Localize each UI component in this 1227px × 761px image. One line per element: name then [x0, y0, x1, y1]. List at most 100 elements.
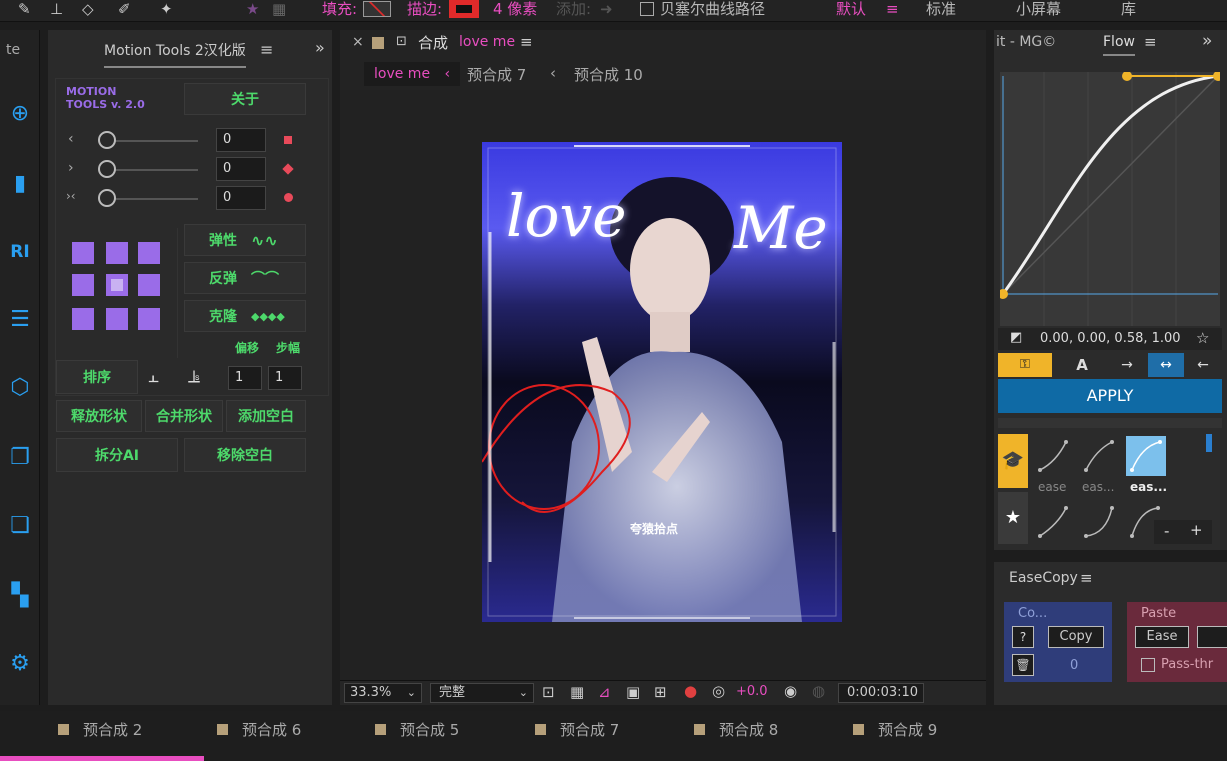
- add-circle-icon[interactable]: ⊕: [6, 100, 34, 128]
- tab-precomp-2[interactable]: 预合成 2: [58, 719, 142, 740]
- slider-knob-both[interactable]: [98, 189, 116, 207]
- stroke-width[interactable]: 4 像素: [493, 0, 537, 18]
- about-button[interactable]: 关于: [184, 83, 306, 115]
- panel-expand-icon[interactable]: »: [315, 38, 325, 57]
- panel-title[interactable]: Motion Tools 2汉化版: [104, 40, 246, 68]
- stairs-up-icon[interactable]: ⫡: [188, 366, 200, 387]
- star-shape-icon[interactable]: ★: [246, 0, 259, 18]
- panel-menu-icon[interactable]: ≡: [260, 40, 273, 59]
- favorites-star-icon[interactable]: ★: [998, 492, 1028, 544]
- exposure-value[interactable]: +0.0: [736, 684, 768, 699]
- tab-precomp-6[interactable]: 预合成 6: [217, 719, 301, 740]
- offset-label[interactable]: 偏移: [235, 339, 259, 356]
- close-tab-icon[interactable]: ×: [352, 34, 364, 50]
- curve-values[interactable]: 0.00, 0.00, 0.58, 1.00: [1040, 331, 1181, 346]
- tab-precomp-5[interactable]: 预合成 5: [375, 719, 459, 740]
- resolution-select[interactable]: 完整 ⌄: [430, 683, 534, 703]
- add-preset-button[interactable]: +: [1190, 521, 1203, 539]
- rename-icon[interactable]: RI: [6, 238, 34, 266]
- workspace-small-screen[interactable]: 小屏幕: [1016, 0, 1061, 18]
- flow-title[interactable]: Flow: [1103, 34, 1135, 56]
- preset-curve-icon[interactable]: [1082, 438, 1116, 474]
- help-button[interactable]: ?: [1012, 626, 1034, 648]
- comp-name[interactable]: love me: [459, 34, 515, 50]
- value-in[interactable]: 0: [216, 128, 266, 152]
- slider-track-both[interactable]: [106, 198, 198, 200]
- guides-icon[interactable]: ⊞: [654, 683, 667, 701]
- circle-key-icon[interactable]: [284, 193, 293, 202]
- roto-brush-icon[interactable]: ✐: [118, 0, 131, 18]
- flow-menu-icon[interactable]: ≡: [1144, 33, 1157, 51]
- key-toggle-icon[interactable]: ⚿: [998, 353, 1052, 377]
- release-shape-button[interactable]: 释放形状: [56, 400, 142, 432]
- anchor-top-right[interactable]: [138, 242, 160, 264]
- breadcrumb-active[interactable]: love me ‹: [364, 62, 461, 86]
- gear-icon[interactable]: ⚙: [6, 650, 34, 678]
- lock-icon[interactable]: ⊡: [396, 34, 407, 49]
- fast-preview-icon[interactable]: ⊡: [542, 683, 555, 701]
- ease-out-arrow-icon[interactable]: →: [1110, 353, 1144, 377]
- fill-swatch[interactable]: [363, 1, 391, 17]
- easecopy-menu-icon[interactable]: ≡: [1080, 569, 1093, 587]
- copy-button[interactable]: Copy: [1048, 626, 1104, 648]
- split-ai-button[interactable]: 拆分AI: [56, 438, 178, 472]
- slider-knob-out[interactable]: [98, 160, 116, 178]
- preset-ease-3[interactable]: eas...: [1130, 480, 1167, 494]
- tab-precomp-7[interactable]: 预合成 7: [535, 719, 619, 740]
- mask-path-icon[interactable]: ⊿: [598, 683, 611, 701]
- anchor-center[interactable]: [106, 274, 128, 296]
- slider-knob-in[interactable]: [98, 131, 116, 149]
- region-of-interest-icon[interactable]: ▣: [626, 683, 640, 701]
- trash-icon[interactable]: 🗑: [1012, 654, 1034, 676]
- sort-button[interactable]: 排序: [56, 360, 138, 394]
- value-out[interactable]: 0: [216, 157, 266, 181]
- channels-icon[interactable]: ●: [684, 682, 697, 700]
- preset-curve-icon[interactable]: [1036, 504, 1070, 540]
- clone-button[interactable]: 克隆 ◆◆◆◆: [184, 300, 306, 332]
- elastic-button[interactable]: 弹性 ∿∿: [184, 224, 306, 256]
- workspace-standard[interactable]: 标准: [926, 0, 956, 18]
- cube-icon[interactable]: ⬡: [6, 374, 34, 402]
- lines-icon[interactable]: ☰: [6, 306, 34, 334]
- tab-precomp-8[interactable]: 预合成 8: [694, 719, 778, 740]
- graduation-cap-icon[interactable]: 🎓: [998, 434, 1028, 488]
- value-both[interactable]: 0: [216, 186, 266, 210]
- sort-count-1[interactable]: 1: [228, 366, 262, 390]
- ease-both-arrow-icon[interactable]: ↔: [1148, 353, 1184, 377]
- curve-icon[interactable]: ◩: [1010, 330, 1022, 345]
- duplicate-icon[interactable]: ❏: [6, 512, 34, 540]
- preset-ease-1[interactable]: ease: [1038, 480, 1066, 494]
- precompose-icon[interactable]: ❐: [6, 444, 34, 472]
- anchor-bottom-center[interactable]: [106, 308, 128, 330]
- trash-icon[interactable]: ▮: [6, 170, 34, 198]
- curve-editor[interactable]: [998, 71, 1223, 326]
- bounce-button[interactable]: 反弹 ⌒⌒: [184, 262, 306, 294]
- ease-in-arrow-icon[interactable]: ←: [1186, 353, 1220, 377]
- anchor-bottom-right[interactable]: [138, 308, 160, 330]
- favorite-star-icon[interactable]: ☆: [1196, 329, 1209, 347]
- flow-left-tab[interactable]: it - MG©: [996, 34, 1056, 50]
- add-dropdown-icon[interactable]: ➜: [600, 0, 613, 18]
- show-snapshot-icon[interactable]: ◍: [812, 682, 825, 700]
- comp-menu-icon[interactable]: ≡: [520, 33, 533, 51]
- workspace-default[interactable]: 默认: [836, 0, 866, 18]
- bezier-checkbox[interactable]: [640, 2, 654, 16]
- timecode[interactable]: 0:00:03:10: [838, 683, 924, 703]
- eraser-tool-icon[interactable]: ◇: [82, 0, 94, 18]
- zoom-select[interactable]: 33.3% ⌄: [344, 683, 422, 703]
- preset-curve-icon[interactable]: [1082, 504, 1116, 540]
- artwork[interactable]: love Me 夸猿拾点: [482, 142, 842, 622]
- stamp-tool-icon[interactable]: ⊥: [50, 0, 63, 18]
- passthru-checkbox[interactable]: [1141, 658, 1155, 672]
- ease-button[interactable]: Ease: [1135, 626, 1189, 648]
- puppet-pin-icon[interactable]: ✦: [160, 0, 173, 18]
- anchor-bottom-left[interactable]: [72, 308, 94, 330]
- slider-track-in[interactable]: [106, 140, 198, 142]
- easecopy-title[interactable]: EaseCopy: [1009, 570, 1078, 586]
- divider-handle[interactable]: [998, 418, 1222, 428]
- preset-selected[interactable]: [1126, 436, 1166, 476]
- workspace-menu-icon[interactable]: ≡: [886, 0, 899, 18]
- apply-button[interactable]: APPLY: [998, 379, 1222, 413]
- grid-plus-icon[interactable]: ▚: [6, 582, 34, 610]
- stairs-down-icon[interactable]: ⫠: [148, 366, 159, 387]
